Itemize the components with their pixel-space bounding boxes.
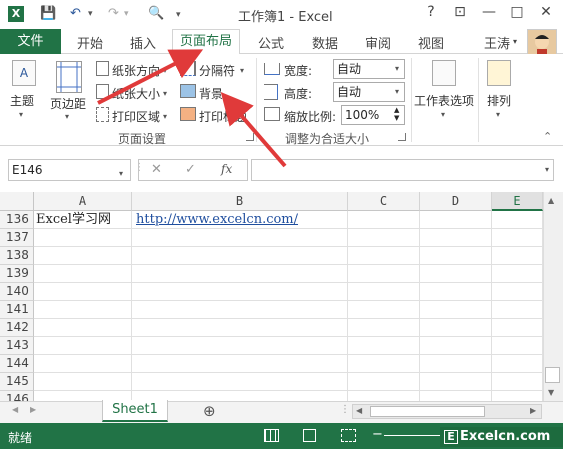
annotation-arrows xyxy=(97,49,287,168)
arrow-to-background-button xyxy=(220,91,287,168)
arrow-to-page-layout-tab xyxy=(97,49,204,105)
